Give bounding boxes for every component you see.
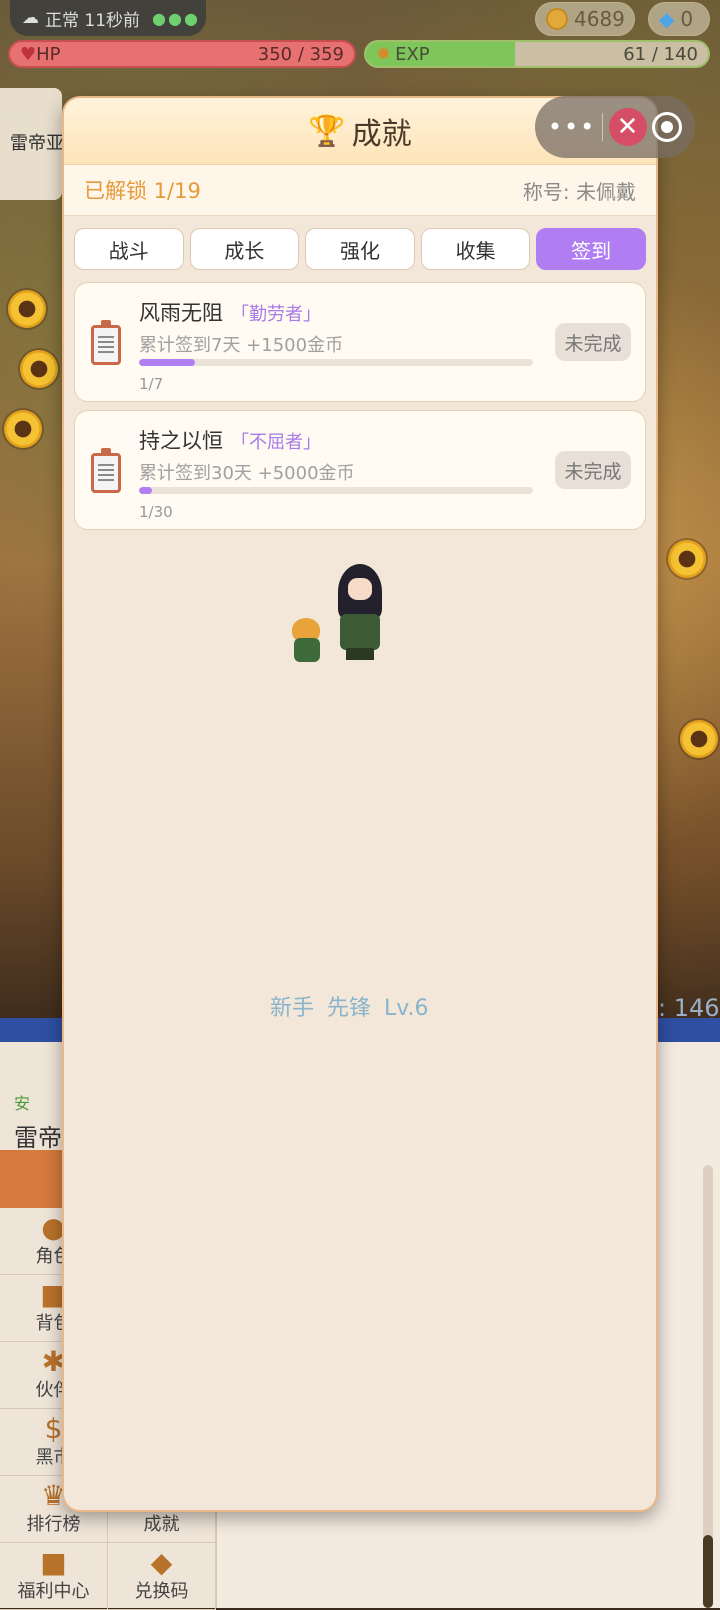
gift-icon: ■ — [40, 1546, 67, 1579]
modal-title: 成就 — [351, 117, 412, 152]
list-item: 持之以恒 「不屈者」 累计签到30天 +5000金币 1/30 未完成 — [74, 410, 646, 530]
target-icon[interactable] — [652, 112, 683, 142]
unlock-summary-bar: 已解锁 1/19 称号: 未佩戴 — [64, 165, 656, 216]
coin-icon — [546, 8, 568, 30]
diamond-icon: ◆ — [659, 7, 675, 31]
status-button[interactable]: 未完成 — [555, 323, 631, 361]
sunflower-decoration — [8, 290, 46, 328]
close-icon[interactable]: ✕ — [608, 108, 647, 146]
coin-counter: 4689 — [535, 2, 635, 36]
category-tabs: 战斗 成长 强化 收集 签到 — [64, 216, 656, 270]
progress-track — [139, 487, 533, 494]
achievement-honor: 「勤劳者」 — [231, 304, 321, 325]
tab-checkin[interactable]: 签到 — [536, 228, 646, 270]
gem-counter: ◆ 0 — [648, 2, 710, 36]
sunflower-decoration — [680, 720, 718, 758]
sunflower-decoration — [668, 540, 706, 578]
title-status[interactable]: 称号: 未佩戴 — [523, 176, 636, 205]
menu-item-welfare[interactable]: ■ 福利中心 — [0, 1543, 108, 1609]
status-button[interactable]: 未完成 — [555, 451, 631, 489]
sunflower-decoration — [4, 410, 42, 448]
achievement-list: 风雨无阻 「勤劳者」 累计签到7天 +1500金币 1/7 未完成 持之以恒 「不屈… — [64, 270, 656, 530]
achievement-modal: 🏆 成就 已解锁 1/19 称号: 未佩戴 战斗 成长 强化 收集 签到 风雨无… — [62, 96, 658, 1512]
miniprogram-capsule: ••• ✕ — [535, 96, 695, 158]
weather-status-pill[interactable]: ☁ 正常 11秒前 ●●● — [10, 0, 206, 36]
trophy-icon: 🏆 — [308, 113, 346, 149]
status-dots-icon: ●●● — [152, 8, 200, 28]
money-bag-icon: $ — [44, 1412, 63, 1445]
star-icon: ✹ — [376, 44, 392, 65]
tab-battle[interactable]: 战斗 — [74, 228, 184, 270]
progress-track — [139, 359, 533, 366]
scrollbar-thumb[interactable] — [703, 1535, 713, 1608]
player-character-sprite — [332, 564, 388, 660]
cat-companion-sprite — [286, 618, 326, 664]
list-item: 风雨无阻 「勤劳者」 累计签到7天 +1500金币 1/7 未完成 — [74, 282, 646, 402]
tab-enhance[interactable]: 强化 — [305, 228, 415, 270]
exp-bar: ✹ EXP 61 / 140 — [364, 40, 710, 68]
progress-text: 1/7 — [139, 375, 164, 393]
progress-fill — [139, 359, 196, 366]
location-name: 雷帝 — [14, 1124, 62, 1152]
achievement-name: 持之以恒 — [139, 429, 223, 453]
ticket-icon: ◆ — [150, 1546, 173, 1579]
achievement-desc: 累计签到7天 +1500金币 — [139, 335, 344, 356]
left-location-stub[interactable]: 雷帝亚 — [0, 88, 62, 200]
progress-text: 1/30 — [139, 503, 173, 521]
cloud-icon: ☁ — [22, 8, 39, 28]
tab-collect[interactable]: 收集 — [420, 228, 531, 270]
clipboard-icon — [91, 448, 121, 493]
sunflower-decoration — [20, 350, 58, 388]
heart-icon: ♥ — [20, 43, 37, 65]
achievement-name: 风雨无阻 — [139, 301, 223, 325]
menu-item-redeem-code[interactable]: ◆ 兑换码 — [108, 1543, 216, 1609]
safe-zone-tag: 安 — [14, 1094, 31, 1113]
capsule-divider — [601, 113, 603, 141]
unlocked-count: 已解锁 1/19 — [84, 179, 201, 203]
more-icon[interactable]: ••• — [548, 113, 596, 141]
clipboard-icon — [91, 320, 121, 365]
tab-growth[interactable]: 成长 — [189, 228, 300, 270]
player-title-level: 新手 先锋 Lv.6 — [270, 996, 429, 1021]
hp-bar: ♥HP 350 / 359 — [8, 40, 356, 68]
achievement-desc: 累计签到30天 +5000金币 — [139, 463, 355, 484]
progress-fill — [139, 487, 152, 494]
achievement-honor: 「不屈者」 — [231, 432, 321, 453]
